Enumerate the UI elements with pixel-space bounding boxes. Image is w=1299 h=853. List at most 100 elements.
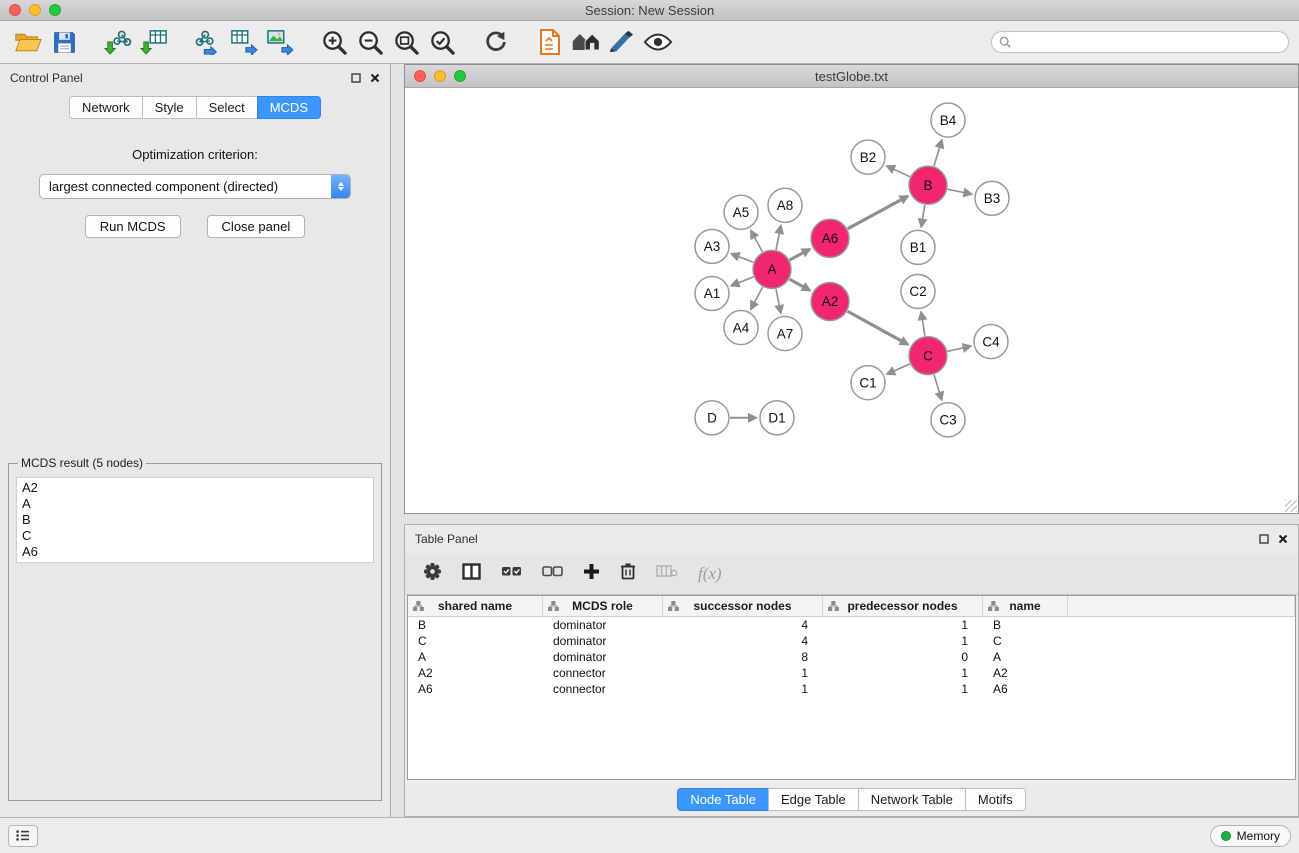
tab-network[interactable]: Network <box>69 96 143 119</box>
graph-edge-C-C2[interactable] <box>921 312 925 336</box>
graph-node-B1[interactable]: B1 <box>901 230 935 264</box>
network-zoom-icon[interactable] <box>454 70 466 82</box>
graph-edge-A-A8[interactable] <box>776 226 781 250</box>
graph-node-D1[interactable]: D1 <box>760 401 794 435</box>
tab-select[interactable]: Select <box>196 96 258 119</box>
report-button[interactable] <box>532 25 568 59</box>
column-header-name[interactable]: name <box>983 596 1068 616</box>
graph-edge-B-B1[interactable] <box>921 205 925 227</box>
graph-node-B[interactable]: B <box>909 166 947 204</box>
graph-edge-C-C1[interactable] <box>887 364 910 374</box>
column-header-predecessor-nodes[interactable]: predecessor nodes <box>823 596 983 616</box>
graph-node-A5[interactable]: A5 <box>724 195 758 229</box>
refresh-button[interactable] <box>478 25 514 59</box>
tab-motifs[interactable]: Motifs <box>965 788 1026 811</box>
mcds-result-item[interactable]: A2 <box>22 480 368 496</box>
function-builder-button[interactable]: f(x) <box>698 564 722 584</box>
mcds-result-list[interactable]: A2ABCA6 <box>16 477 374 563</box>
network-close-icon[interactable] <box>414 70 426 82</box>
zoom-out-button[interactable] <box>352 25 388 59</box>
home-button[interactable] <box>568 25 604 59</box>
float-panel-icon[interactable] <box>351 73 361 83</box>
graph-node-A6[interactable]: A6 <box>811 219 849 257</box>
tab-edge-table[interactable]: Edge Table <box>768 788 859 811</box>
task-history-button[interactable] <box>8 825 38 847</box>
tab-style[interactable]: Style <box>142 96 197 119</box>
graph-node-C4[interactable]: C4 <box>974 325 1008 359</box>
show-hide-button[interactable] <box>640 25 676 59</box>
graph-node-C[interactable]: C <box>909 337 947 375</box>
export-network-button[interactable] <box>190 25 226 59</box>
graph-edge-A2-C[interactable] <box>848 311 908 344</box>
graph-edge-A-A7[interactable] <box>776 289 781 313</box>
tab-node-table[interactable]: Node Table <box>677 788 769 811</box>
graph-node-A1[interactable]: A1 <box>695 276 729 310</box>
graph-edge-B-B2[interactable] <box>887 166 910 177</box>
graph-node-A7[interactable]: A7 <box>768 317 802 351</box>
graph-node-D[interactable]: D <box>695 401 729 435</box>
table-row[interactable]: Adominator80A <box>408 649 1295 665</box>
zoom-selected-button[interactable] <box>424 25 460 59</box>
tab-mcds[interactable]: MCDS <box>257 96 321 119</box>
graph-edge-A-A5[interactable] <box>751 231 762 252</box>
run-mcds-button[interactable]: Run MCDS <box>85 215 181 238</box>
open-folder-button[interactable] <box>10 25 46 59</box>
import-table-button[interactable] <box>136 25 172 59</box>
export-image-button[interactable] <box>262 25 298 59</box>
close-panel-button[interactable]: Close panel <box>207 215 306 238</box>
graph-node-C1[interactable]: C1 <box>851 366 885 400</box>
graph-edge-B-B3[interactable] <box>948 189 972 194</box>
table-row[interactable]: Bdominator41B <box>408 617 1295 633</box>
graph-node-A4[interactable]: A4 <box>724 311 758 345</box>
network-minimize-icon[interactable] <box>434 70 446 82</box>
graph-node-A8[interactable]: A8 <box>768 188 802 222</box>
graph-node-A2[interactable]: A2 <box>811 282 849 320</box>
add-row-button[interactable] <box>583 563 600 585</box>
save-session-button[interactable] <box>46 25 82 59</box>
network-canvas[interactable]: B4 B2 B B3 A5 A8 A6 A3 B1 A C2 A1 A2 A4 A7 C4 C C1 D D1 C3 <box>405 88 1298 513</box>
zoom-window-icon[interactable] <box>49 4 61 16</box>
column-header-shared-name[interactable]: shared name <box>408 596 543 616</box>
resize-grip[interactable] <box>1285 500 1297 512</box>
zoom-fit-button[interactable] <box>388 25 424 59</box>
criterion-dropdown[interactable]: largest connected component (directed) <box>39 174 351 199</box>
table-float-panel-icon[interactable] <box>1259 534 1269 544</box>
select-all-button[interactable] <box>501 565 522 583</box>
table-row[interactable]: A2connector11A2 <box>408 665 1295 681</box>
graph-edge-A-A4[interactable] <box>751 287 763 309</box>
graph-node-B2[interactable]: B2 <box>851 140 885 174</box>
delete-row-button[interactable] <box>620 562 636 585</box>
search-input[interactable] <box>1016 35 1281 49</box>
mcds-result-item[interactable]: A <box>22 496 368 512</box>
import-network-button[interactable] <box>100 25 136 59</box>
graph-node-C2[interactable]: C2 <box>901 274 935 308</box>
mcds-result-item[interactable]: C <box>22 528 368 544</box>
graph-node-B4[interactable]: B4 <box>931 103 965 137</box>
graph-node-C3[interactable]: C3 <box>931 403 965 437</box>
graph-edge-A6-B[interactable] <box>848 196 908 229</box>
graph-edge-C-C3[interactable] <box>934 375 942 400</box>
column-header-MCDS-role[interactable]: MCDS role <box>543 596 663 616</box>
mcds-result-item[interactable]: B <box>22 512 368 528</box>
column-header-successor-nodes[interactable]: successor nodes <box>663 596 823 616</box>
memory-button[interactable]: Memory <box>1210 825 1291 847</box>
graph-edge-A-A1[interactable] <box>732 277 754 286</box>
deselect-all-button[interactable] <box>542 565 563 583</box>
graph-edge-A-A6[interactable] <box>790 249 810 260</box>
graph-edge-B-B4[interactable] <box>934 140 942 166</box>
table-row[interactable]: Cdominator41C <box>408 633 1295 649</box>
close-window-icon[interactable] <box>9 4 21 16</box>
graph-node-A[interactable]: A <box>753 250 791 288</box>
zoom-in-button[interactable] <box>316 25 352 59</box>
delete-column-button[interactable] <box>656 564 678 583</box>
mcds-result-item[interactable]: A6 <box>22 544 368 560</box>
table-settings-button[interactable] <box>423 562 442 586</box>
graph-node-A3[interactable]: A3 <box>695 229 729 263</box>
close-panel-icon[interactable] <box>370 73 380 83</box>
show-columns-button[interactable] <box>462 563 481 585</box>
search-box[interactable] <box>991 31 1289 53</box>
graph-node-B3[interactable]: B3 <box>975 181 1009 215</box>
minimize-window-icon[interactable] <box>29 4 41 16</box>
graph-edge-A-A3[interactable] <box>732 254 754 262</box>
graph-edge-A-A2[interactable] <box>790 279 810 290</box>
